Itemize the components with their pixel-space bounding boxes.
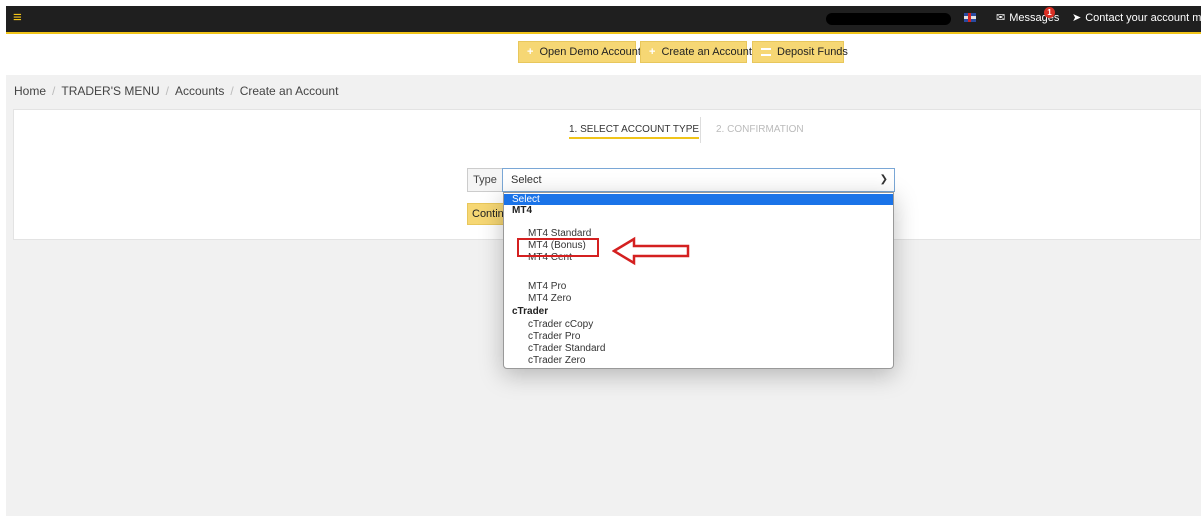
option-mt4-pro[interactable]: MT4 Pro bbox=[504, 281, 893, 292]
deposit-label: Deposit Funds bbox=[777, 46, 848, 58]
option-mt4-zero[interactable]: MT4 Zero bbox=[504, 293, 893, 304]
breadcrumb-accounts[interactable]: Accounts bbox=[175, 84, 224, 98]
option-ctrader-zero[interactable]: cTrader Zero bbox=[504, 355, 893, 366]
create-account-label: Create an Account bbox=[661, 46, 752, 58]
create-account-button[interactable]: + Create an Account bbox=[640, 41, 752, 63]
breadcrumb-create-account: Create an Account bbox=[239, 84, 339, 98]
deposit-funds-button[interactable]: Deposit Funds bbox=[752, 41, 848, 63]
top-bar: ≡ ✉Messages 1 ➤Contact your account mana… bbox=[6, 6, 1201, 34]
breadcrumb-separator: / bbox=[165, 84, 169, 98]
type-field-label: Type bbox=[467, 168, 503, 192]
paper-plane-icon: ➤ bbox=[1072, 12, 1082, 24]
messages-count-badge: 1 bbox=[1044, 7, 1055, 18]
plus-icon: + bbox=[649, 46, 656, 58]
redacted-account-info bbox=[826, 13, 951, 25]
breadcrumb: Home / TRADER'S MENU / Accounts / Create an Ac… bbox=[14, 84, 338, 98]
contact-label: Contact your account manage bbox=[1085, 12, 1201, 24]
breadcrumb-separator: / bbox=[52, 84, 56, 98]
annotation-highlight-box bbox=[517, 238, 599, 257]
open-demo-label: Open Demo Account bbox=[539, 46, 641, 58]
option-ctrader-standard[interactable]: cTrader Standard bbox=[504, 343, 893, 354]
account-type-dropdown: Select MT4 MT4 Standard MT4 (Bonus) MT4 … bbox=[503, 192, 894, 369]
account-type-select-value: Select bbox=[511, 174, 542, 186]
optgroup-ctrader: cTrader bbox=[512, 306, 549, 317]
account-actions-bar: + Open Demo Account + Create an Account De… bbox=[0, 41, 1201, 63]
open-demo-account-button[interactable]: + Open Demo Account bbox=[518, 41, 641, 63]
breadcrumb-separator: / bbox=[230, 84, 234, 98]
step-divider bbox=[700, 117, 701, 143]
wallet-icon bbox=[761, 48, 771, 57]
breadcrumb-home[interactable]: Home bbox=[14, 84, 46, 98]
contact-account-manager-link[interactable]: ➤Contact your account manage bbox=[1072, 12, 1201, 25]
hamburger-menu-icon[interactable]: ≡ bbox=[13, 9, 22, 27]
step-confirmation: 2. CONFIRMATION bbox=[716, 124, 804, 135]
breadcrumb-traders-menu[interactable]: TRADER'S MENU bbox=[61, 84, 159, 98]
option-select[interactable]: Select bbox=[504, 194, 893, 205]
account-type-select[interactable]: Select ❯ bbox=[502, 168, 895, 192]
uk-flag-icon[interactable] bbox=[964, 13, 976, 22]
plus-icon: + bbox=[527, 46, 534, 58]
chevron-down-icon: ❯ bbox=[879, 174, 888, 185]
annotation-arrow-icon bbox=[612, 236, 690, 266]
envelope-icon: ✉ bbox=[996, 12, 1006, 24]
optgroup-mt4: MT4 bbox=[512, 205, 532, 216]
option-ctrader-ccopy[interactable]: cTrader cCopy bbox=[504, 319, 893, 330]
step-select-account-type[interactable]: 1. SELECT ACCOUNT TYPE bbox=[569, 124, 700, 139]
option-ctrader-pro[interactable]: cTrader Pro bbox=[504, 331, 893, 342]
